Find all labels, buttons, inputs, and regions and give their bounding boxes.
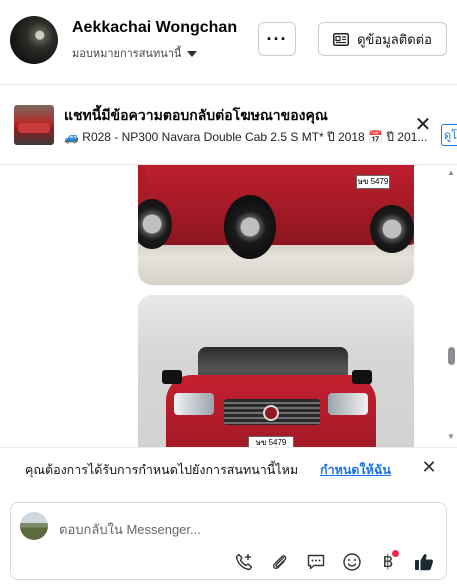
ad-banner-title: แชทนี้มีข้อความตอบกลับต่อโฆษณาของคุณ bbox=[64, 107, 328, 123]
car-wheel bbox=[370, 205, 414, 253]
ad-banner-subtitle: 🚙 R028 - NP300 Navara Double Cab 2.5 S M… bbox=[64, 130, 428, 144]
contact-info-button[interactable]: ดูข้อมูลติดต่อ bbox=[318, 22, 447, 56]
id-card-icon bbox=[333, 32, 350, 46]
scrollbar-thumb[interactable] bbox=[448, 347, 455, 365]
assign-label: มอบหมายการสนทนานี้ bbox=[72, 48, 182, 60]
license-plate: ษข 5479 bbox=[356, 175, 390, 189]
close-icon[interactable]: ✕ bbox=[420, 458, 438, 476]
assign-prompt-text: คุณต้องการได้รับการกำหนดไปยังการสนทนานี้… bbox=[25, 463, 299, 477]
reply-input[interactable]: ตอบกลับใน Messenger... bbox=[59, 519, 201, 540]
scroll-down-arrow-icon[interactable]: ▼ bbox=[447, 432, 455, 441]
ad-thumbnail[interactable] bbox=[14, 105, 54, 145]
assign-to-me-link[interactable]: กำหนดให้ฉัน bbox=[320, 460, 391, 480]
close-icon[interactable]: ✕ bbox=[413, 115, 433, 135]
more-dots-icon: ··· bbox=[266, 28, 288, 49]
caret-down-icon bbox=[187, 51, 198, 57]
car-headlight bbox=[328, 393, 368, 415]
car-mirror bbox=[162, 370, 182, 384]
view-ad-button[interactable]: ดูโ bbox=[441, 124, 457, 146]
more-options-button[interactable]: ··· bbox=[258, 22, 296, 56]
reply-composer[interactable]: ตอบกลับใน Messenger... ฿ bbox=[10, 502, 447, 580]
composer-toolbar: ฿ bbox=[233, 550, 435, 573]
phone-add-icon[interactable] bbox=[233, 551, 255, 573]
page-avatar bbox=[20, 512, 48, 540]
assign-prompt: คุณต้องการได้รับการกำหนดไปยังการสนทนานี้… bbox=[0, 447, 457, 490]
paperclip-icon[interactable] bbox=[269, 551, 291, 573]
chat-bubble-icon[interactable] bbox=[305, 551, 327, 573]
scroll-up-arrow-icon[interactable]: ▲ bbox=[447, 168, 455, 177]
license-plate: ษข 5479 bbox=[248, 436, 294, 447]
car-mirror bbox=[352, 370, 372, 384]
contact-name[interactable]: Aekkachai Wongchan bbox=[72, 19, 237, 37]
smiley-icon[interactable] bbox=[341, 551, 363, 573]
nissan-logo bbox=[263, 405, 279, 421]
contact-info-label: ดูข้อมูลติดต่อ bbox=[357, 31, 432, 47]
thumbs-up-icon[interactable] bbox=[413, 551, 435, 573]
car-wheel bbox=[224, 195, 276, 259]
ad-reply-banner: แชทนี้มีข้อความตอบกลับต่อโฆษณาของคุณ 🚙 R… bbox=[0, 91, 457, 165]
assign-dropdown[interactable]: มอบหมายการสนทนานี้ bbox=[72, 44, 198, 62]
conversation-header: Aekkachai Wongchan มอบหมายการสนทนานี้ ··… bbox=[0, 0, 457, 85]
car-photo-rear[interactable]: ษข 5479 bbox=[138, 165, 414, 285]
message-thread[interactable]: ษข 5479 ษข 5479 bbox=[0, 165, 457, 447]
notification-dot bbox=[392, 550, 399, 557]
contact-avatar[interactable] bbox=[10, 16, 58, 64]
baht-icon[interactable]: ฿ bbox=[377, 550, 399, 573]
car-photo-front[interactable]: ษข 5479 bbox=[138, 295, 414, 447]
car-headlight bbox=[174, 393, 214, 415]
